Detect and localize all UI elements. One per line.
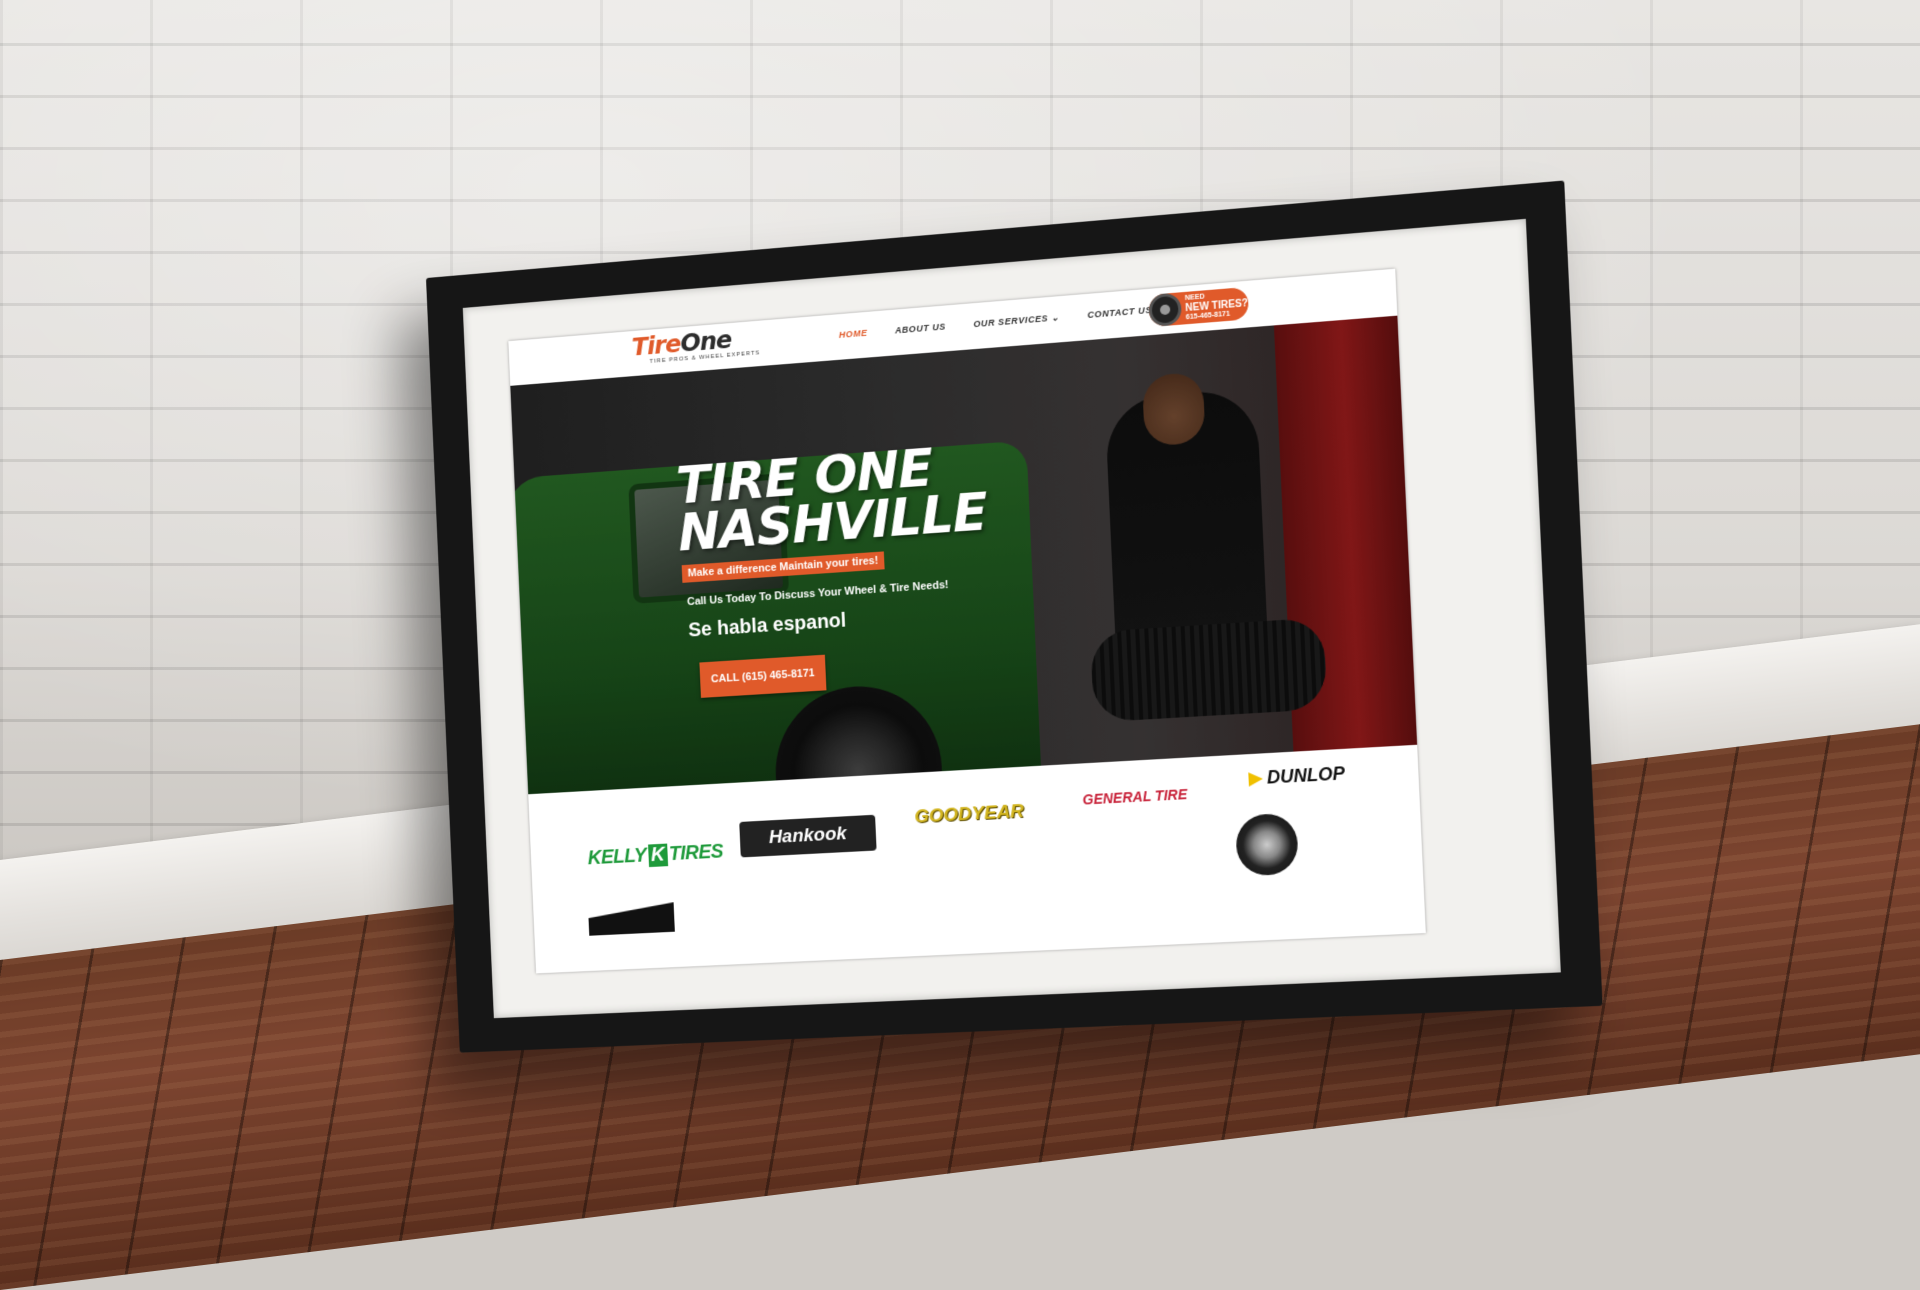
kelly-word: KELLY — [587, 844, 647, 870]
new-tires-cta[interactable]: NEED NEW TIRES? 615-465-8171 — [1148, 286, 1250, 328]
site-logo[interactable]: TireOne TIRE PROS & WHEEL EXPERTS — [631, 323, 776, 370]
call-button[interactable]: CALL (615) 465-8171 — [699, 654, 827, 698]
kelly-tires-word: TIRES — [668, 840, 724, 866]
hankook-logo[interactable]: Hankook — [739, 814, 877, 858]
hero-title: TIRE ONE NASHVILLE — [675, 438, 988, 563]
nav-about-us[interactable]: ABOUT US — [895, 321, 946, 336]
dunlop-word: DUNLOP — [1266, 763, 1346, 788]
partial-brand-logo — [588, 902, 675, 936]
hero-section: TIRE ONE NASHVILLE Make a difference Mai… — [510, 315, 1418, 795]
main-nav: HOME ABOUT US OUR SERVICES ⌄ CONTACT US — [839, 305, 1153, 341]
general-tire-logo[interactable]: GENERAL TIRE — [1082, 786, 1187, 808]
kelly-k-mark: K — [647, 843, 668, 868]
kelly-tires-logo[interactable]: KELLY K TIRES — [587, 841, 723, 871]
website-screenshot: TireOne TIRE PROS & WHEEL EXPERTS HOME A… — [508, 268, 1426, 974]
dunlop-flying-d-icon — [1248, 772, 1263, 787]
goodyear-logo[interactable]: GOODYEAR — [914, 801, 1025, 829]
cta-text: NEED NEW TIRES? 615-465-8171 — [1185, 289, 1249, 321]
nav-contact-us[interactable]: CONTACT US — [1087, 305, 1152, 321]
wheel-logo-partial — [1234, 812, 1300, 877]
dunlop-logo[interactable]: DUNLOP — [1248, 763, 1345, 790]
picture-frame: TireOne TIRE PROS & WHEEL EXPERTS HOME A… — [425, 180, 1603, 1053]
nav-home[interactable]: HOME — [839, 328, 868, 341]
hero-overlay — [510, 315, 1418, 795]
tire-wheel-icon — [1148, 292, 1183, 328]
nav-our-services[interactable]: OUR SERVICES ⌄ — [973, 312, 1059, 330]
